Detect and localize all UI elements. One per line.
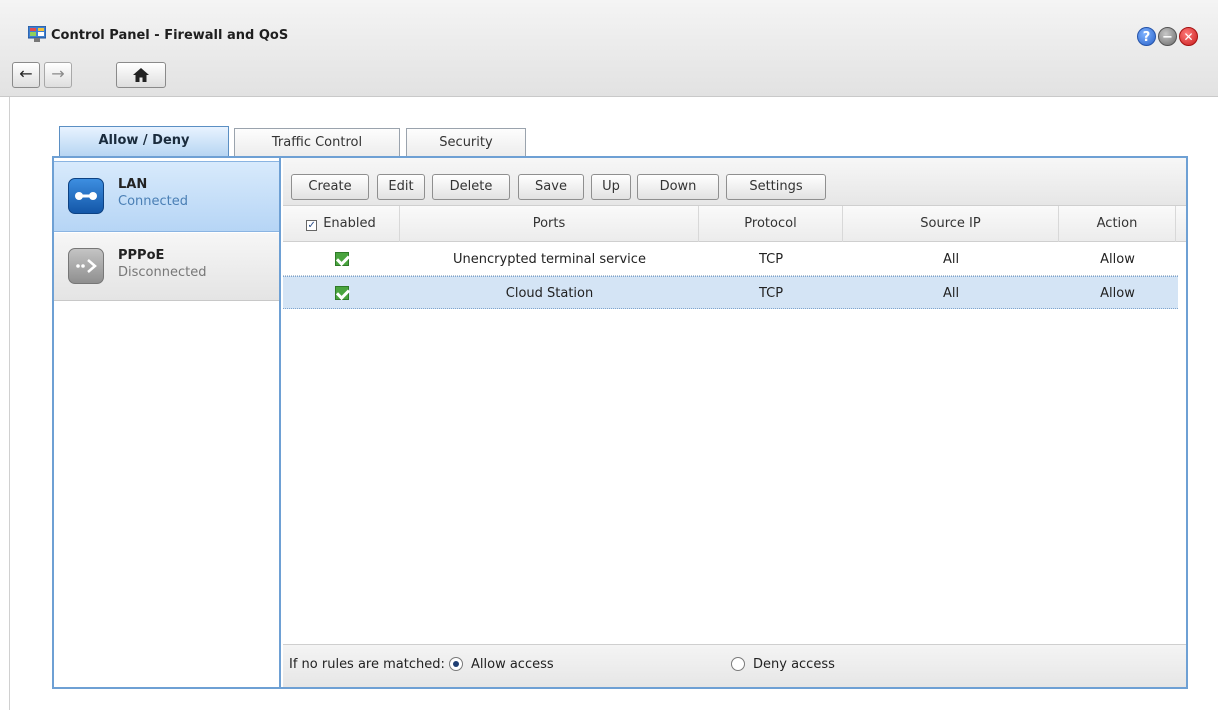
- deny-access-label[interactable]: Deny access: [753, 657, 835, 672]
- control-panel-icon: [28, 26, 46, 42]
- column-protocol[interactable]: Protocol: [699, 206, 843, 242]
- deny-access-radio[interactable]: [731, 657, 745, 671]
- window-left-frame: [0, 97, 10, 710]
- back-button[interactable]: ←: [12, 62, 40, 88]
- pppoe-disconnected-icon: [68, 248, 104, 284]
- help-icon[interactable]: ?: [1137, 27, 1156, 46]
- tab-traffic-control[interactable]: Traffic Control: [234, 128, 400, 156]
- default-policy-label: If no rules are matched:: [289, 657, 445, 672]
- column-enabled[interactable]: ✓ Enabled: [283, 206, 400, 242]
- source-ip-cell: All: [942, 286, 960, 301]
- allow-access-label[interactable]: Allow access: [471, 657, 554, 672]
- table-row[interactable]: Unencrypted terminal service TCP All All…: [283, 243, 1178, 276]
- home-icon: [133, 68, 149, 82]
- ports-cell: Cloud Station: [505, 286, 594, 301]
- save-button[interactable]: Save: [518, 174, 584, 200]
- rules-area: Create Edit Delete Save Up Down Settings…: [283, 158, 1186, 687]
- down-button[interactable]: Down: [637, 174, 719, 200]
- source-ip-cell: All: [942, 252, 960, 267]
- enabled-checkbox[interactable]: [334, 286, 349, 300]
- select-all-checkbox[interactable]: ✓: [306, 220, 318, 231]
- home-button[interactable]: [116, 62, 166, 88]
- enabled-cell[interactable]: [283, 277, 400, 310]
- interface-status: Disconnected: [118, 265, 207, 280]
- action-cell: Allow: [1100, 252, 1135, 267]
- action-cell: Allow: [1100, 286, 1135, 301]
- window-titlebar: Control Panel - Firewall and QoS ? − ✕ ←…: [0, 0, 1218, 97]
- protocol-cell: TCP: [758, 286, 784, 301]
- create-button[interactable]: Create: [291, 174, 369, 200]
- ports-cell: Unencrypted terminal service: [453, 252, 646, 267]
- forward-button[interactable]: →: [44, 62, 72, 88]
- arrow-left-icon: ←: [19, 64, 33, 83]
- rules-table-header: ✓ Enabled Ports Protocol Source IP Action: [283, 206, 1186, 242]
- interface-name: PPPoE: [118, 248, 165, 263]
- tab-allow-deny[interactable]: Allow / Deny: [59, 126, 229, 157]
- up-button[interactable]: Up: [591, 174, 631, 200]
- enabled-checkbox[interactable]: [334, 252, 349, 266]
- allow-access-radio[interactable]: [449, 657, 463, 671]
- firewall-panel: LAN Connected PPPoE Disconnected Create …: [52, 156, 1188, 689]
- column-source-ip[interactable]: Source IP: [843, 206, 1059, 242]
- interface-list: LAN Connected PPPoE Disconnected: [54, 158, 281, 687]
- interface-status: Connected: [118, 194, 189, 209]
- rules-toolbar: Create Edit Delete Save Up Down Settings: [283, 158, 1186, 206]
- minimize-icon[interactable]: −: [1158, 27, 1177, 46]
- settings-button[interactable]: Settings: [726, 174, 826, 200]
- arrow-right-icon: →: [51, 64, 65, 83]
- table-row[interactable]: Cloud Station TCP All Allow: [283, 276, 1178, 309]
- column-enabled-label: Enabled: [323, 216, 376, 231]
- delete-button[interactable]: Delete: [432, 174, 510, 200]
- window-title: Control Panel - Firewall and QoS: [51, 28, 289, 43]
- edit-button[interactable]: Edit: [377, 174, 425, 200]
- column-action[interactable]: Action: [1059, 206, 1176, 242]
- default-policy-bar: If no rules are matched: Allow access De…: [283, 644, 1186, 687]
- column-ports[interactable]: Ports: [400, 206, 699, 242]
- protocol-cell: TCP: [758, 252, 784, 267]
- enabled-cell[interactable]: [283, 243, 400, 276]
- tab-security[interactable]: Security: [406, 128, 526, 156]
- interface-item-lan[interactable]: LAN Connected: [54, 161, 279, 232]
- interface-item-pppoe[interactable]: PPPoE Disconnected: [54, 233, 279, 301]
- interface-name: LAN: [118, 177, 148, 192]
- lan-connected-icon: [68, 178, 104, 214]
- close-icon[interactable]: ✕: [1179, 27, 1198, 46]
